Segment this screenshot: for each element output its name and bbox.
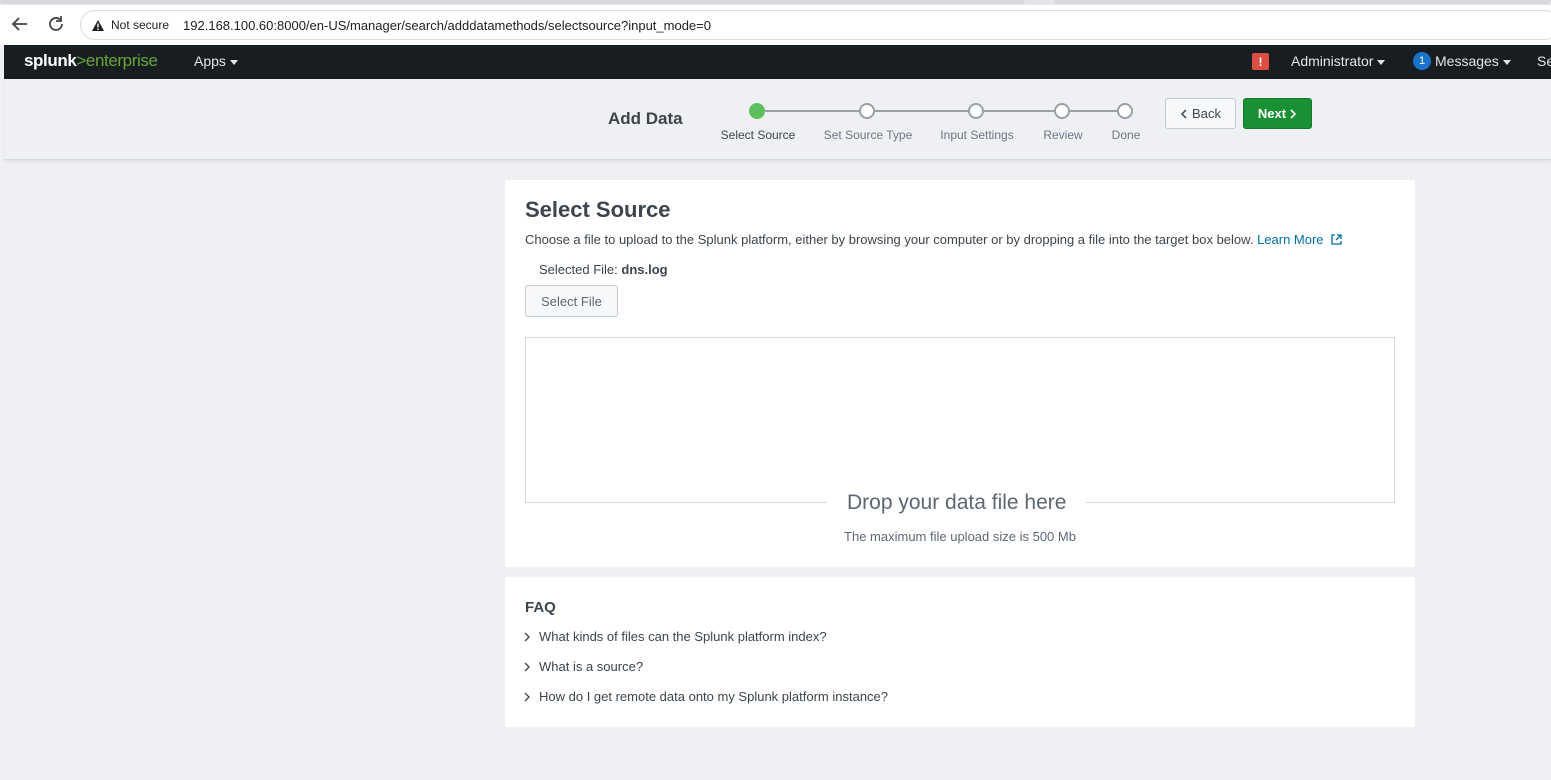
back-button[interactable]: Back <box>1165 98 1236 129</box>
app-header: splunk>enterprise Apps ! Administrator 1… <box>4 45 1551 79</box>
messages-label: Messages <box>1435 53 1499 69</box>
logo-gt: > <box>76 51 86 70</box>
step-dot-set-source-type[interactable] <box>859 103 875 119</box>
security-label: Not secure <box>111 18 170 32</box>
caret-down-icon <box>229 59 238 65</box>
apps-menu[interactable]: Apps <box>194 53 238 69</box>
step-label-done: Done <box>1111 128 1141 142</box>
address-bar[interactable]: Not secure 192.168.100.60:8000/en-US/man… <box>80 10 1551 40</box>
step-label-review: Review <box>1043 128 1083 142</box>
max-upload-size-text: The maximum file upload size is 500 Mb <box>844 529 1076 544</box>
step-connector <box>875 110 970 112</box>
faq-item-label: What kinds of files can the Splunk platf… <box>539 629 827 644</box>
settings-menu[interactable]: Se <box>1537 53 1551 69</box>
step-connector <box>984 110 1056 112</box>
next-label: Next <box>1257 106 1287 121</box>
apps-label: Apps <box>194 53 226 69</box>
step-dot-done[interactable] <box>1117 103 1133 119</box>
drop-zone-label: Drop your data file here <box>827 491 1087 515</box>
caret-down-icon <box>1377 59 1386 65</box>
select-source-panel: Select Source Choose a file to upload to… <box>505 180 1415 567</box>
faq-item[interactable]: What kinds of files can the Splunk platf… <box>523 629 827 644</box>
messages-menu[interactable]: Messages <box>1435 53 1511 69</box>
description-text: Choose a file to upload to the Splunk pl… <box>525 232 1254 247</box>
learn-more-label: Learn More <box>1257 232 1324 247</box>
selected-file-info: Selected File: dns.log <box>539 262 668 277</box>
step-label-set-source-type: Set Source Type <box>823 128 913 142</box>
file-drop-zone[interactable] <box>525 337 1395 503</box>
step-dot-select-source[interactable] <box>749 103 765 119</box>
step-label-select-source: Select Source <box>720 128 796 142</box>
wizard-stepbar: Add Data Select Source Set Source Type I… <box>4 79 1551 160</box>
chevron-right-icon <box>524 662 530 671</box>
step-dot-input-settings[interactable] <box>968 103 984 119</box>
tab-strip <box>0 0 1551 5</box>
admin-label: Administrator <box>1291 53 1374 69</box>
faq-item-label: How do I get remote data onto my Splunk … <box>539 689 889 704</box>
next-button[interactable]: Next <box>1243 98 1312 129</box>
faq-item[interactable]: What is a source? <box>523 659 643 674</box>
url-text[interactable]: 192.168.100.60:8000/en-US/manager/search… <box>183 18 711 33</box>
splunk-logo[interactable]: splunk>enterprise <box>24 51 158 71</box>
learn-more-link[interactable]: Learn More <box>1257 232 1342 247</box>
faq-item[interactable]: How do I get remote data onto my Splunk … <box>523 689 888 704</box>
section-heading: Select Source <box>525 197 671 222</box>
administrator-menu[interactable]: Administrator <box>1291 53 1386 69</box>
step-connector <box>1070 110 1118 112</box>
chevron-right-icon <box>524 632 530 641</box>
selected-file-name: dns.log <box>621 262 668 277</box>
logo-product: enterprise <box>85 51 158 70</box>
browser-reload-icon[interactable] <box>44 12 68 36</box>
chevron-right-icon <box>524 692 530 701</box>
browser-toolbar: Not secure 192.168.100.60:8000/en-US/man… <box>0 0 1551 45</box>
alert-icon[interactable]: ! <box>1252 53 1269 70</box>
page-title: Add Data <box>608 109 683 128</box>
step-dot-review[interactable] <box>1054 103 1070 119</box>
security-indicator[interactable]: Not secure <box>91 18 169 32</box>
caret-down-icon <box>1502 59 1511 65</box>
select-file-button[interactable]: Select File <box>525 285 618 317</box>
external-link-icon <box>1331 234 1342 245</box>
step-label-input-settings: Input Settings <box>940 128 1014 142</box>
faq-panel: FAQ What kinds of files can the Splunk p… <box>505 577 1415 727</box>
browser-back-icon[interactable] <box>8 12 32 36</box>
section-description: Choose a file to upload to the Splunk pl… <box>525 232 1342 247</box>
logo-brand: splunk <box>24 51 77 70</box>
chevron-right-icon <box>1290 108 1297 119</box>
step-connector <box>765 110 860 112</box>
faq-item-label: What is a source? <box>539 659 644 674</box>
chevron-left-icon <box>1180 108 1187 119</box>
messages-count-badge: 1 <box>1413 52 1431 70</box>
warning-icon <box>92 19 104 31</box>
faq-title: FAQ <box>525 599 556 616</box>
back-label: Back <box>1192 106 1221 121</box>
selected-file-label: Selected File: <box>539 262 618 277</box>
